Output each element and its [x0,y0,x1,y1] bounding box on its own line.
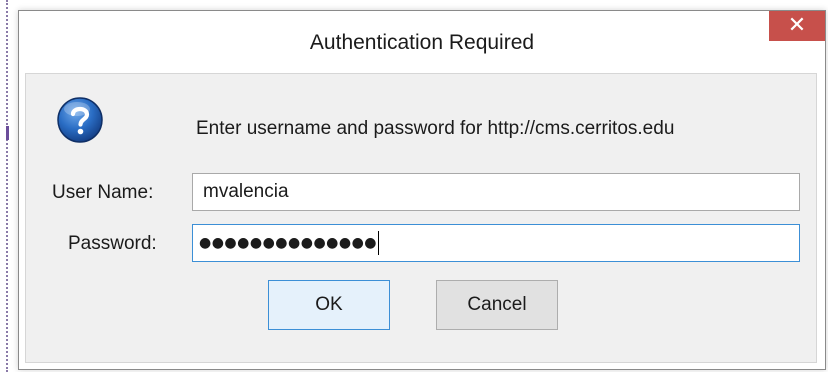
background-page-fragment [16,0,286,8]
window-title: Authentication Required [309,31,535,54]
close-button[interactable]: ✕ [769,11,825,41]
text-caret [378,231,380,255]
dialog-body: Enter username and password for http://c… [25,73,817,363]
background-page-edge [6,0,8,372]
ok-button[interactable]: OK [268,280,390,330]
cancel-button[interactable]: Cancel [436,280,558,330]
password-value: ●●●●●●●●●●●●●● [199,235,378,251]
authentication-dialog: Authentication Required ✕ Enter username… [18,10,826,370]
question-icon [57,97,103,143]
username-value: mvalencia [203,181,289,202]
screen: Authentication Required ✕ Enter username… [0,0,828,372]
username-field[interactable]: mvalencia [192,173,800,211]
title-bar[interactable]: Authentication Required ✕ [19,11,825,71]
password-label: Password: [68,233,157,254]
background-page-marker [6,126,9,140]
close-icon: ✕ [787,13,807,38]
password-field[interactable]: ●●●●●●●●●●●●●● [192,224,800,262]
auth-message: Enter username and password for http://c… [196,118,675,139]
username-label: User Name: [52,182,154,203]
